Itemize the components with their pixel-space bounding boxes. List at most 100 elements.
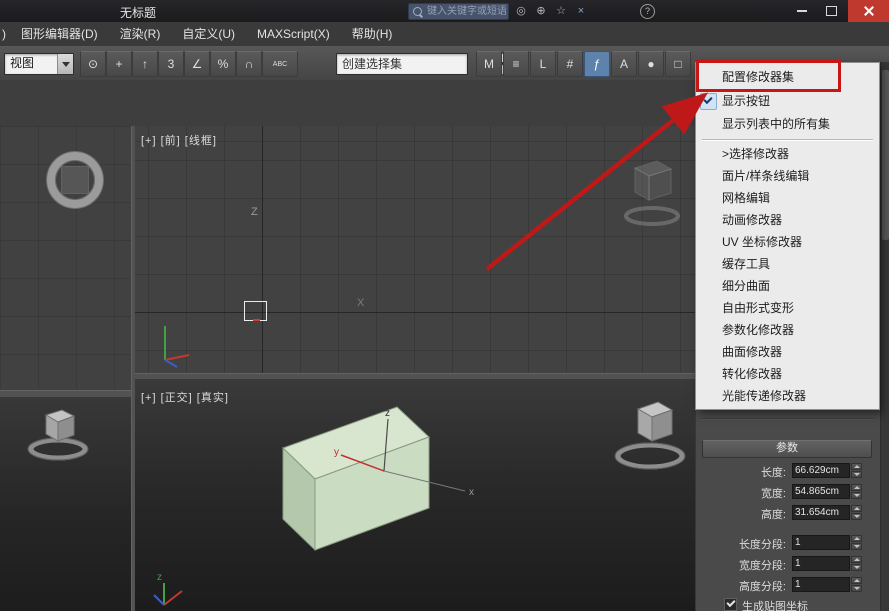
reference-coordsys-dropdown[interactable]: 视图 <box>4 53 74 75</box>
angle-snap-icon[interactable]: ∠ <box>184 51 210 77</box>
spinner-snap-icon[interactable]: ∩ <box>236 51 262 77</box>
menu-item-rendering[interactable]: 渲染(R) <box>109 23 172 46</box>
material-editor-icon[interactable]: ● <box>638 51 664 77</box>
context-menu-item-conversion-modifiers[interactable]: 转化修改器 <box>696 363 879 385</box>
check-icon <box>726 597 736 608</box>
width-label: 宽度: <box>760 488 786 500</box>
selected-object-outline <box>244 301 267 321</box>
clear-search-icon[interactable]: × <box>572 3 590 19</box>
width-spinner[interactable] <box>851 484 862 499</box>
menu-item-partial[interactable]: ) <box>0 23 10 46</box>
height-label: 高度: <box>760 509 786 521</box>
context-menu-item-animation-modifiers[interactable]: 动画修改器 <box>696 209 879 231</box>
search-config-icon[interactable]: ◎ <box>512 3 530 19</box>
length-segs-input[interactable] <box>792 535 850 550</box>
close-button[interactable] <box>848 0 889 22</box>
menu-item-maxscript[interactable]: MAXScript(X) <box>246 23 341 46</box>
panel-scrollbar[interactable] <box>880 62 889 611</box>
magnifier-icon <box>413 7 422 16</box>
selection-set-input[interactable] <box>337 54 499 74</box>
length-segs-label: 长度分段: <box>738 539 786 551</box>
height-spinner[interactable] <box>851 505 862 520</box>
align-icon[interactable]: ≡ <box>503 51 529 77</box>
use-pivot-center-icon[interactable]: ⊙ <box>80 51 106 77</box>
length-input[interactable] <box>792 463 850 478</box>
param-row-width: 宽度: <box>696 483 881 501</box>
viewport-top-left[interactable] <box>0 126 131 390</box>
box-axis-x-label: x <box>469 487 474 498</box>
viewport-rotation-ring[interactable] <box>47 152 103 208</box>
minimize-button[interactable] <box>788 0 815 22</box>
context-menu-item-parametric-modifiers[interactable]: 参数化修改器 <box>696 319 879 341</box>
context-menu-item-cache-tools[interactable]: 缓存工具 <box>696 253 879 275</box>
param-row-height-segs: 高度分段: <box>696 576 881 594</box>
checked-icon <box>700 93 717 110</box>
context-menu-item-patch-spline-editing[interactable]: 面片/样条线编辑 <box>696 165 879 187</box>
scrollbar-thumb[interactable] <box>882 70 889 240</box>
snap-toggle-3d-icon[interactable]: 3 <box>158 51 184 77</box>
height-segs-label: 高度分段: <box>738 581 786 593</box>
context-menu-item-show-buttons[interactable]: 显示按钮 <box>696 90 879 113</box>
help-icon[interactable]: ? <box>640 4 655 19</box>
curve-editor-icon[interactable]: ƒ <box>584 51 610 77</box>
context-menu-item-surface-modifiers[interactable]: 曲面修改器 <box>696 341 879 363</box>
search-input[interactable] <box>425 5 508 18</box>
zoom-search-icon[interactable]: ⊕ <box>532 3 550 19</box>
context-menu-item-show-all-sets[interactable]: 显示列表中的所有集 <box>696 113 879 136</box>
height-input[interactable] <box>792 505 850 520</box>
viewport-bottom-left[interactable] <box>0 397 131 611</box>
favorites-icon[interactable]: ☆ <box>552 3 570 19</box>
context-menu-item-uv-coordinate-modifiers[interactable]: UV 坐标修改器 <box>696 231 879 253</box>
height-segs-input[interactable] <box>792 577 850 592</box>
box-axis-y-label: y <box>334 447 339 458</box>
select-manipulate-icon[interactable]: + <box>106 51 132 77</box>
menu-item-graph-editors[interactable]: 图形编辑器(D) <box>10 23 109 46</box>
mirror-icon[interactable]: M <box>476 51 502 77</box>
viewport-front-label[interactable]: [+] [前] [线框] <box>141 132 217 148</box>
context-menu-item-free-form-deformations[interactable]: 自由形式变形 <box>696 297 879 319</box>
length-segs-spinner[interactable] <box>851 535 862 550</box>
named-selection-set-combo[interactable] <box>336 53 508 75</box>
chevron-down-icon[interactable] <box>57 54 73 74</box>
width-segs-label: 宽度分段: <box>738 560 786 572</box>
object-pivot-tick <box>253 319 260 321</box>
width-input[interactable] <box>792 484 850 499</box>
title-bar: 无标题 ◎ ⊕ ☆ × ? <box>0 0 889 22</box>
maximize-button[interactable] <box>818 0 845 22</box>
edit-named-selections-icon[interactable]: ABC <box>262 51 298 77</box>
generate-mapping-label: 生成贴图坐标 <box>742 601 808 611</box>
render-setup-icon[interactable]: □ <box>665 51 691 77</box>
param-row-mapping: 生成贴图坐标 <box>696 597 881 611</box>
params-rollout-header[interactable]: 参数 <box>702 440 872 458</box>
generate-mapping-checkbox[interactable] <box>724 597 737 611</box>
modifier-sets-context-menu: 配置修改器集 显示按钮 显示列表中的所有集 >选择修改器 面片/样条线编辑 网格… <box>695 62 880 410</box>
height-segs-spinner[interactable] <box>851 577 862 592</box>
param-row-length-segs: 长度分段: <box>696 534 881 552</box>
annotation-highlight-rectangle <box>696 60 841 92</box>
viewport-ortho[interactable]: [+] [正交] [真实] z y x z <box>135 379 695 611</box>
menu-item-help[interactable]: 帮助(H) <box>341 23 404 46</box>
context-menu-item-subdivision-surfaces[interactable]: 细分曲面 <box>696 275 879 297</box>
box-axis-z-label: z <box>385 408 390 419</box>
viewport-front[interactable]: [+] [前] [线框] Z X <box>135 126 695 373</box>
scene-explorer-icon[interactable]: # <box>557 51 583 77</box>
coordsys-value: 视图 <box>10 56 35 70</box>
param-row-length: 长度: <box>696 462 881 480</box>
search-box[interactable] <box>408 3 509 20</box>
width-segs-input[interactable] <box>792 556 850 571</box>
param-row-height: 高度: <box>696 504 881 522</box>
length-spinner[interactable] <box>851 463 862 478</box>
context-menu-item-selection-modifiers[interactable]: >选择修改器 <box>696 143 879 165</box>
layer-manager-icon[interactable]: L <box>530 51 556 77</box>
select-place-icon[interactable]: ↑ <box>132 51 158 77</box>
context-menu-item-radiosity-modifiers[interactable]: 光能传递修改器 <box>696 385 879 407</box>
context-menu-item-mesh-editing[interactable]: 网格编辑 <box>696 187 879 209</box>
minimize-icon <box>796 10 807 12</box>
ortho-rotation-ring <box>615 442 685 470</box>
menu-item-customize[interactable]: 自定义(U) <box>171 23 246 46</box>
percent-snap-icon[interactable]: % <box>210 51 236 77</box>
width-segs-spinner[interactable] <box>851 556 862 571</box>
front-viewport-gizmo <box>624 160 680 226</box>
world-axis-horizontal <box>135 312 695 313</box>
schematic-view-icon[interactable]: A <box>611 51 637 77</box>
